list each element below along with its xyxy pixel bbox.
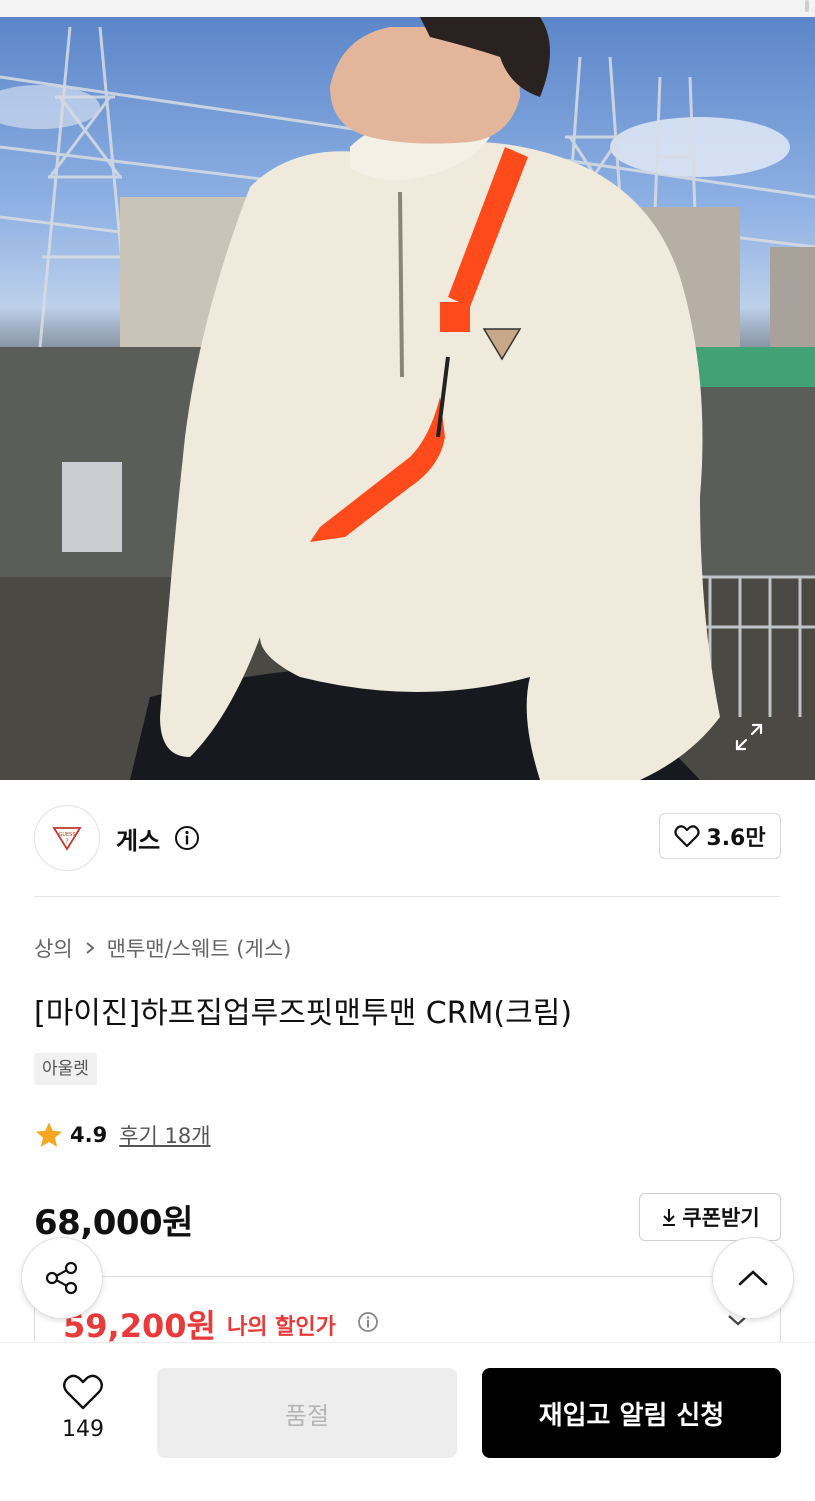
product-photo [0,17,815,780]
wishlist-count: 149 [62,1417,104,1442]
share-button[interactable] [21,1237,103,1319]
expand-image-button[interactable] [733,721,781,769]
svg-text:?: ? [65,838,68,845]
divider [34,896,781,897]
discount-label: 나의 할인가 [227,1315,336,1340]
brand-like-count: 3.6만 [706,826,766,851]
breadcrumb-category[interactable]: 상의 [34,933,73,963]
info-icon[interactable] [357,1311,379,1333]
share-icon [45,1261,78,1295]
star-icon [36,1122,62,1147]
chevron-up-icon [738,1270,768,1286]
brand-like-button[interactable]: 3.6만 [659,813,781,859]
chevron-right-icon [85,941,95,955]
expand-icon [735,723,763,751]
rating-score: 4.9 [70,1123,108,1147]
scroll-top-button[interactable] [712,1237,794,1319]
info-icon[interactable] [174,825,200,851]
brand-row: GUESS ? 게스 3.6만 [34,805,781,871]
purchase-bar: 149 품절 재입고 알림 신청 [0,1342,815,1501]
download-icon [663,1209,676,1226]
scrollbar[interactable] [805,0,809,12]
wishlist-button[interactable]: 149 [44,1373,122,1442]
heart-icon [63,1374,103,1410]
guess-logo: GUESS ? [52,827,82,851]
product-image[interactable] [0,17,815,780]
outlet-badge: 아울렛 [34,1053,97,1085]
heart-icon [674,825,701,848]
brand-logo[interactable]: GUESS ? [34,805,100,871]
breadcrumb: 상의 맨투맨/스웨트 (게스) [34,933,291,963]
product-title: [마이진]하프집업루즈핏맨투맨 CRM(크림) [34,996,573,1031]
review-link[interactable]: 후기 18개 [119,1120,210,1150]
soldout-button: 품절 [157,1368,457,1458]
coupon-button[interactable]: 쿠폰받기 [639,1193,781,1241]
status-area [0,0,815,17]
brand-name[interactable]: 게스 [116,821,160,856]
coupon-label: 쿠폰받기 [682,1206,760,1230]
restock-alert-button[interactable]: 재입고 알림 신청 [482,1368,781,1458]
breadcrumb-subcategory[interactable]: 맨투맨/스웨트 (게스) [107,933,292,963]
rating-row: 4.9 후기 18개 [34,1120,211,1150]
